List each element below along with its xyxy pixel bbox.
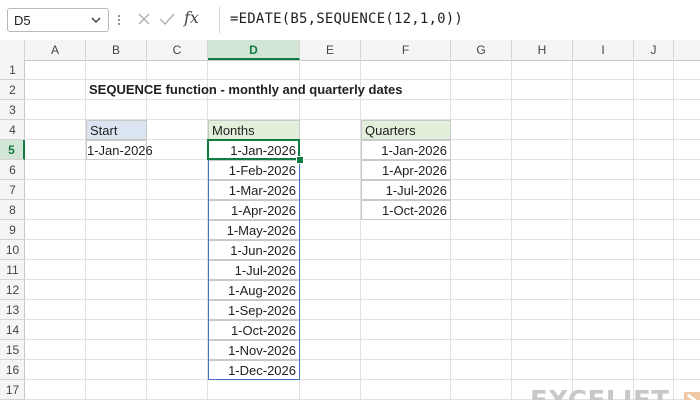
months-value[interactable]: 1-Jul-2026 [208, 260, 300, 280]
months-value[interactable]: 1-Feb-2026 [208, 160, 300, 180]
gridline [25, 359, 700, 360]
insert-function-icon[interactable]: fx [184, 8, 199, 27]
months-value[interactable]: 1-Aug-2026 [208, 280, 300, 300]
months-value[interactable]: 1-Mar-2026 [208, 180, 300, 200]
column-headers: ABCDEFGHIJ [0, 40, 700, 61]
fill-handle[interactable] [296, 156, 304, 164]
column-header-j[interactable]: J [634, 40, 674, 60]
months-value[interactable]: 1-Nov-2026 [208, 340, 300, 360]
formula-text: =EDATE(B5,SEQUENCE(12,1,0)) [230, 11, 463, 27]
quarters-header[interactable]: Quarters [361, 120, 451, 140]
gridline [25, 279, 700, 280]
gridline [25, 299, 700, 300]
months-value[interactable]: 1-Jun-2026 [208, 240, 300, 260]
row-header-3[interactable]: 3 [0, 100, 25, 120]
months-value[interactable]: 1-Sep-2026 [208, 300, 300, 320]
column-header-g[interactable]: G [451, 40, 512, 60]
gridline [25, 239, 700, 240]
drag-handle-icon[interactable] [117, 8, 121, 32]
formula-bar: D5 fx =EDATE(B5,SEQUENCE(12,1,0)) [0, 0, 700, 41]
cancel-icon[interactable] [136, 11, 152, 27]
spreadsheet-grid: ABCDEFGHIJ 1 2 3 4 5 6 7 8 9 10 11 12 13 14 15 16 17 SEQ… [0, 40, 700, 400]
gridline [633, 60, 634, 400]
row-header-2[interactable]: 2 [0, 80, 25, 100]
row-header-4[interactable]: 4 [0, 120, 25, 140]
name-box[interactable]: D5 [7, 8, 109, 32]
select-all-corner[interactable] [0, 40, 25, 60]
gridline [25, 259, 700, 260]
logo-text: EXCELJET [530, 386, 669, 400]
row-header-14[interactable]: 14 [0, 320, 25, 340]
gridline [673, 60, 674, 400]
quarters-value[interactable]: 1-Jul-2026 [361, 180, 451, 200]
months-value[interactable]: 1-Dec-2026 [208, 360, 300, 380]
gridline [360, 60, 361, 400]
gridline [85, 60, 86, 400]
row-header-10[interactable]: 10 [0, 240, 25, 260]
quarters-value[interactable]: 1-Jan-2026 [361, 140, 451, 160]
gridline [25, 319, 700, 320]
column-header-i[interactable]: I [573, 40, 634, 60]
column-header-c[interactable]: C [147, 40, 208, 60]
months-value[interactable]: 1-Apr-2026 [208, 200, 300, 220]
start-value[interactable]: 1-Jan-2026 [86, 140, 153, 160]
row-header-16[interactable]: 16 [0, 360, 25, 380]
months-value[interactable]: 1-May-2026 [208, 220, 300, 240]
cells-area[interactable]: SEQUENCE function - monthly and quarterl… [25, 60, 700, 400]
gridline [511, 60, 512, 400]
row-header-8[interactable]: 8 [0, 200, 25, 220]
gridline [25, 379, 700, 380]
gridline [450, 60, 451, 400]
quarters-value[interactable]: 1-Oct-2026 [361, 200, 451, 220]
row-header-12[interactable]: 12 [0, 280, 25, 300]
column-header-f[interactable]: F [361, 40, 451, 60]
months-value[interactable]: 1-Oct-2026 [208, 320, 300, 340]
gridline [572, 60, 573, 400]
row-header-17[interactable]: 17 [0, 380, 25, 400]
chevron-down-icon[interactable] [89, 12, 103, 28]
row-header-6[interactable]: 6 [0, 160, 25, 180]
column-header-h[interactable]: H [512, 40, 573, 60]
months-header[interactable]: Months [208, 120, 300, 140]
quarters-value[interactable]: 1-Apr-2026 [361, 160, 451, 180]
row-header-5[interactable]: 5 [0, 140, 25, 160]
gridline [146, 60, 147, 400]
row-header-1[interactable]: 1 [0, 60, 25, 80]
gridline [25, 339, 700, 340]
row-headers: 1 2 3 4 5 6 7 8 9 10 11 12 13 14 15 16 17 [0, 60, 25, 400]
row-header-15[interactable]: 15 [0, 340, 25, 360]
check-icon[interactable] [158, 11, 176, 27]
formula-input[interactable]: =EDATE(B5,SEQUENCE(12,1,0)) [219, 7, 700, 33]
column-header-b[interactable]: B [86, 40, 147, 60]
start-header[interactable]: Start [86, 120, 147, 140]
months-value[interactable]: 1-Jan-2026 [208, 140, 300, 160]
row-header-13[interactable]: 13 [0, 300, 25, 320]
logo-mark-icon [684, 392, 700, 400]
row-header-7[interactable]: 7 [0, 180, 25, 200]
column-header-d[interactable]: D [208, 40, 300, 60]
row-header-9[interactable]: 9 [0, 220, 25, 240]
sheet-title[interactable]: SEQUENCE function - monthly and quarterl… [86, 80, 506, 100]
row-header-11[interactable]: 11 [0, 260, 25, 280]
name-box-value: D5 [14, 13, 31, 28]
column-header-e[interactable]: E [300, 40, 361, 60]
column-header-a[interactable]: A [25, 40, 86, 60]
exceljet-logo: EXCELJET [530, 386, 700, 400]
